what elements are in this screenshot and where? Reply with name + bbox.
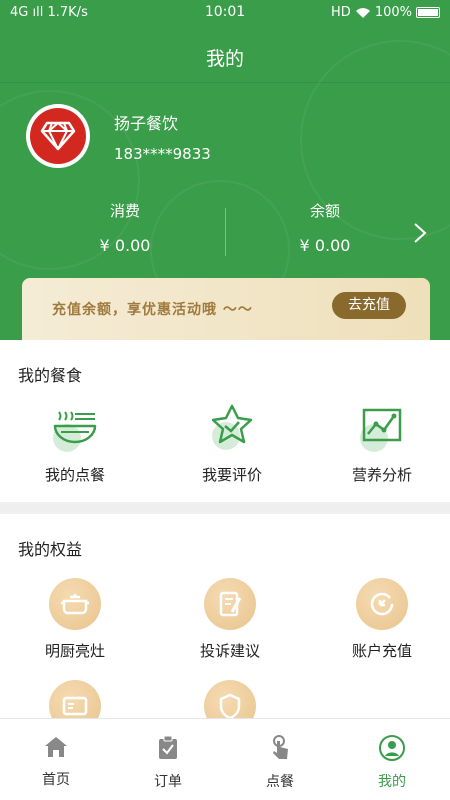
feedback-icon (204, 578, 256, 630)
tab-home[interactable]: 首页 (16, 735, 96, 789)
grid-item-nutrition[interactable]: 营养分析 (307, 402, 450, 485)
rights-section: 我的权益 明厨亮灶 投诉建议 账户充值 (0, 514, 450, 718)
page-title: 我的 (205, 48, 244, 70)
tab-label: 点餐 (266, 774, 294, 790)
avatar[interactable] (26, 104, 90, 168)
user-name: 扬子餐饮 (114, 114, 179, 133)
grid-item-recharge[interactable]: 账户充值 (307, 578, 450, 661)
star-icon (211, 404, 253, 450)
diamond-icon (40, 121, 76, 151)
grid-item-label: 我要评价 (201, 466, 262, 484)
grid-item-label: 我的点餐 (44, 466, 105, 484)
tab-orders[interactable]: 订单 (128, 735, 208, 791)
shield-icon (204, 680, 256, 718)
wifi-icon (355, 7, 370, 18)
chart-icon (360, 408, 402, 452)
pot-icon (49, 578, 101, 630)
tap-icon (273, 735, 288, 759)
stat-balance[interactable]: 余额 ¥ 0.00 (225, 200, 425, 255)
grid-item-security[interactable] (155, 680, 305, 718)
hd-indicator: HD (331, 5, 351, 20)
status-right: HD 100% (331, 5, 440, 20)
order-icon (159, 735, 177, 759)
stat-spending[interactable]: 消费 ¥ 0.00 (25, 200, 225, 255)
battery-level: 100% (374, 5, 412, 20)
recharge-banner[interactable]: 充值余额，享优惠活动哦 ～～ 去充值 (22, 278, 430, 340)
user-icon (379, 735, 405, 761)
avatar-badge (30, 108, 86, 164)
grid-item-review[interactable]: 我要评价 (157, 402, 307, 485)
grid-item-open-kitchen[interactable]: 明厨亮灶 (0, 578, 150, 661)
section-title: 我的餐食 (18, 366, 83, 385)
tab-label: 我的 (378, 774, 406, 790)
user-phone: 183****9833 (114, 145, 211, 163)
stat-label: 余额 (309, 202, 340, 220)
battery-icon (416, 7, 440, 18)
id-card-icon (49, 680, 101, 718)
banner-text: 充值余额，享优惠活动哦 ～～ (52, 302, 253, 318)
grid-item-label: 账户充值 (351, 642, 412, 660)
recharge-button[interactable]: 去充值 (332, 292, 406, 319)
grid-item-id-card[interactable] (0, 680, 150, 718)
grid-item-label: 明厨亮灶 (44, 642, 105, 660)
grid-item-complaint[interactable]: 投诉建议 (155, 578, 305, 661)
status-bar: 4G ıll 1.7K/s 10:01 HD 100% (0, 0, 450, 26)
grid-item-my-order[interactable]: 我的点餐 (0, 402, 150, 485)
title-divider (0, 82, 450, 83)
meal-section: 我的餐食 我的点餐 我要评价 营养分析 (0, 340, 450, 502)
tab-order-food[interactable]: 点餐 (240, 735, 320, 791)
grid-item-label: 营养分析 (351, 466, 412, 484)
bottom-tab-bar: 首页 订单 点餐 我的 (0, 718, 450, 800)
grid-item-label: 投诉建议 (199, 642, 260, 660)
home-icon (45, 737, 67, 757)
profile-header: 4G ıll 1.7K/s 10:01 HD 100% 我的 扬子餐饮 183*… (0, 0, 450, 340)
chevron-right-icon[interactable] (412, 222, 428, 244)
stat-value: ¥ 0.00 (99, 236, 151, 255)
tab-mine[interactable]: 我的 (352, 735, 432, 791)
tab-label: 首页 (42, 772, 70, 788)
tab-label: 订单 (154, 774, 182, 790)
stat-label: 消费 (109, 202, 140, 220)
section-title: 我的权益 (18, 540, 83, 559)
bowl-icon (53, 411, 97, 452)
stat-value: ¥ 0.00 (299, 236, 351, 255)
recharge-icon (356, 578, 408, 630)
